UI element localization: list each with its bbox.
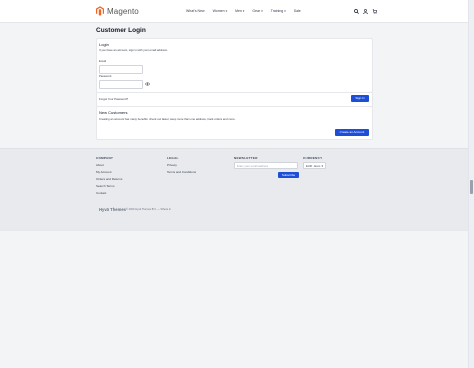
nav-item-training[interactable]: Training▾ — [271, 9, 286, 13]
page-title: Customer Login — [96, 27, 146, 34]
currency-selected: EUR - Euro — [306, 164, 321, 168]
email-label: Email — [99, 59, 106, 63]
subscribe-button[interactable]: Subscribe — [278, 172, 299, 178]
nav-item-women[interactable]: Women▾ — [213, 9, 228, 13]
password-label: Password — [99, 74, 112, 78]
new-customers-card — [96, 106, 373, 140]
footer-divider — [0, 230, 469, 231]
search-icon[interactable] — [354, 9, 359, 14]
footer-legal-title: LEGAL — [167, 156, 179, 160]
site-footer — [0, 148, 469, 231]
nav-label: Sale — [293, 9, 301, 13]
main-nav: What's New Women▾ Men▾ Gear▾ Training▾ S… — [186, 9, 301, 13]
footer-currency-title: CURRENCY — [303, 156, 323, 160]
newsletter-email-input[interactable]: Enter your email address — [234, 162, 298, 169]
cart-icon[interactable] — [372, 9, 377, 14]
scrollbar-thumb[interactable] — [470, 180, 473, 194]
footer-link-my-account[interactable]: My Account — [96, 170, 112, 174]
chevron-down-icon: ▾ — [261, 9, 263, 13]
nav-item-whats-new[interactable]: What's New — [186, 9, 205, 13]
nav-label: Men — [235, 9, 242, 13]
nav-label: What's New — [186, 9, 205, 13]
page: Magento What's New Women▾ Men▾ Gear▾ Tra… — [0, 0, 469, 368]
footer-link-terms[interactable]: Terms and Conditions — [167, 170, 196, 174]
logo-text: Magento — [107, 6, 139, 16]
magento-logo-icon — [96, 6, 104, 16]
nav-item-sale[interactable]: Sale — [294, 9, 301, 13]
nav-label: Gear — [252, 9, 261, 13]
new-customers-text: Creating an account has many benefits: c… — [99, 117, 236, 121]
footer-newsletter-title: NEWSLETTER — [234, 156, 258, 160]
chevron-down-icon: ▾ — [284, 9, 286, 13]
copyright-text: © 2020 Hyvä Themes B.V. — Where in — [126, 208, 171, 211]
forgot-password-link[interactable]: Forgot Your Password? — [99, 97, 128, 101]
nav-item-gear[interactable]: Gear▾ — [252, 9, 262, 13]
hyva-logo[interactable]: Hyvä Themes — [99, 207, 126, 212]
site-logo[interactable]: Magento — [96, 6, 139, 16]
header-icons — [354, 9, 377, 14]
nav-label: Training — [270, 9, 284, 13]
chevron-down-icon: ▾ — [321, 164, 323, 168]
nav-label: Women — [212, 9, 225, 13]
create-account-button[interactable]: Create an Account — [335, 129, 369, 136]
footer-link-contact[interactable]: Contact — [96, 191, 106, 195]
show-password-icon[interactable] — [145, 82, 150, 86]
sign-in-button[interactable]: Sign In — [351, 95, 369, 102]
chevron-down-icon: ▾ — [225, 9, 228, 13]
login-heading: Login — [99, 42, 109, 47]
footer-link-about[interactable]: About — [96, 163, 104, 167]
footer-link-privacy[interactable]: Privacy — [167, 163, 177, 167]
account-icon[interactable] — [363, 9, 368, 14]
forgot-row — [96, 92, 373, 107]
email-field[interactable] — [99, 65, 143, 74]
footer-link-orders-returns[interactable]: Orders and Returns — [96, 177, 122, 181]
nav-item-men[interactable]: Men▾ — [235, 9, 244, 13]
page-scrollbar[interactable] — [468, 0, 474, 368]
footer-link-search-terms[interactable]: Search Terms — [96, 184, 114, 188]
login-intro: If you have an account, sign in with you… — [99, 48, 168, 52]
password-field[interactable] — [99, 80, 143, 89]
chevron-down-icon: ▾ — [242, 9, 245, 13]
currency-select[interactable]: EUR - Euro ▾ — [303, 162, 326, 169]
site-header: Magento What's New Women▾ Men▾ Gear▾ Tra… — [0, 0, 469, 23]
new-customers-heading: New Customers — [99, 110, 128, 115]
footer-company-title: COMPANY — [96, 156, 114, 160]
